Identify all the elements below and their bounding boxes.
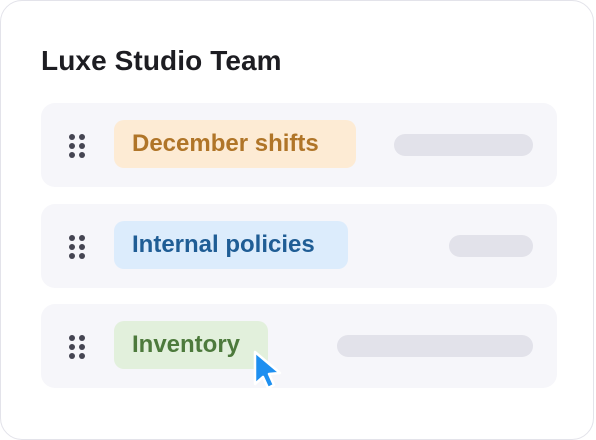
list-item[interactable]: December shifts [41,103,557,187]
team-card: Luxe Studio Team December shifts Interna… [0,0,594,440]
category-tag[interactable]: Internal policies [114,221,348,269]
drag-handle-icon[interactable] [68,234,86,260]
list-item[interactable]: Inventory [41,304,557,388]
mouse-pointer-icon [253,350,282,390]
card-title: Luxe Studio Team [41,45,282,76]
drag-handle-icon[interactable] [68,133,86,159]
category-tag[interactable]: Inventory [114,321,268,369]
placeholder-bar [394,134,533,156]
list-item[interactable]: Internal policies [41,204,557,288]
placeholder-bar [449,235,533,257]
category-tag[interactable]: December shifts [114,120,356,168]
placeholder-bar [337,335,533,357]
drag-handle-icon[interactable] [68,334,86,360]
